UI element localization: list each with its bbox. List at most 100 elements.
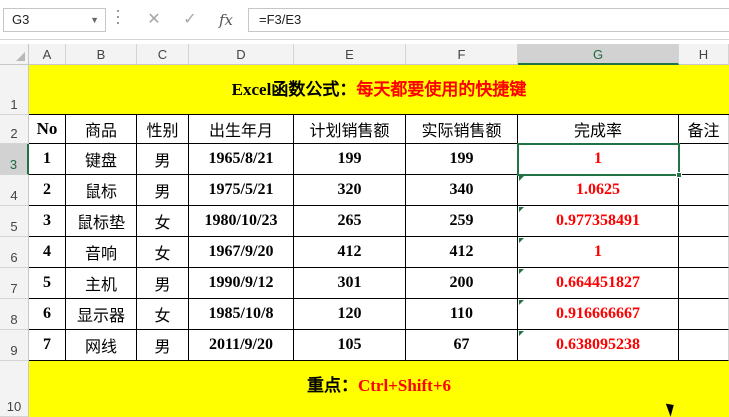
table-cell[interactable]: 1967/9/20	[189, 237, 294, 268]
table-cell[interactable]: 120	[294, 299, 406, 330]
row-header-9[interactable]: 9	[0, 330, 29, 361]
header-cell-actual-sales[interactable]: 实际销售额	[406, 115, 518, 144]
table-cell[interactable]: 男	[137, 268, 189, 299]
remarks-cell[interactable]	[679, 299, 729, 330]
remarks-cell[interactable]	[679, 144, 729, 175]
table-cell[interactable]: 7	[29, 330, 66, 361]
remarks-cell[interactable]	[679, 237, 729, 268]
name-box-value: G3	[12, 12, 30, 27]
table-cell[interactable]: 259	[406, 206, 518, 237]
table-cell[interactable]: 女	[137, 237, 189, 268]
name-box[interactable]: G3 ▼	[3, 8, 106, 32]
table-cell[interactable]: 主机	[66, 268, 137, 299]
table-cell[interactable]: 301	[294, 268, 406, 299]
row-header-3[interactable]: 3	[0, 144, 29, 175]
select-all-icon	[16, 52, 25, 61]
row-header-4[interactable]: 4	[0, 175, 29, 206]
table-cell[interactable]: 340	[406, 175, 518, 206]
table-cell[interactable]: 显示器	[66, 299, 137, 330]
completion-rate-cell[interactable]: 1.0625	[518, 175, 679, 206]
enter-icon[interactable]: ✓	[176, 8, 204, 32]
completion-rate-cell[interactable]: 0.977358491	[518, 206, 679, 237]
table-cell[interactable]: 199	[406, 144, 518, 175]
table-cell[interactable]: 265	[294, 206, 406, 237]
header-cell-gender[interactable]: 性别	[137, 115, 189, 144]
table-cell[interactable]: 412	[406, 237, 518, 268]
row-header-6[interactable]: 6	[0, 237, 29, 268]
row-header-5[interactable]: 5	[0, 206, 29, 237]
drag-handle-icon[interactable]	[116, 10, 120, 30]
table-cell[interactable]: 412	[294, 237, 406, 268]
table-cell[interactable]: 200	[406, 268, 518, 299]
row-header-7[interactable]: 7	[0, 268, 29, 299]
completion-rate-cell[interactable]: 0.916666667	[518, 299, 679, 330]
cell-value: 1	[594, 243, 602, 260]
formula-input[interactable]: =F3/E3	[248, 8, 729, 32]
remarks-cell[interactable]	[679, 330, 729, 361]
header-cell-planned-sales[interactable]: 计划销售额	[294, 115, 406, 144]
table-cell[interactable]: 女	[137, 299, 189, 330]
table-cell[interactable]: 鼠标垫	[66, 206, 137, 237]
table-cell[interactable]: 男	[137, 175, 189, 206]
row-header-2[interactable]: 2	[0, 115, 29, 144]
table-cell[interactable]: 199	[294, 144, 406, 175]
column-header-c[interactable]: C	[137, 44, 189, 65]
table-cell[interactable]: 4	[29, 237, 66, 268]
completion-rate-cell[interactable]: 0.664451827	[518, 268, 679, 299]
table-cell[interactable]: 320	[294, 175, 406, 206]
table-cell[interactable]: 鼠标	[66, 175, 137, 206]
column-header-g[interactable]: G	[518, 44, 679, 65]
table-cell[interactable]: 女	[137, 206, 189, 237]
table-cell[interactable]: 3	[29, 206, 66, 237]
completion-rate-cell[interactable]: 1	[518, 144, 679, 175]
table-cell[interactable]: 1	[29, 144, 66, 175]
table-cell[interactable]: 音响	[66, 237, 137, 268]
completion-rate-cell[interactable]: 1	[518, 237, 679, 268]
title-prefix: Excel函数公式：	[231, 80, 357, 99]
footer-banner[interactable]: 重点：Ctrl+Shift+6	[29, 361, 729, 417]
chevron-down-icon[interactable]: ▼	[90, 9, 99, 31]
cancel-icon[interactable]: ✕	[140, 8, 168, 32]
remarks-cell[interactable]	[679, 268, 729, 299]
table-cell[interactable]: 2011/9/20	[189, 330, 294, 361]
completion-rate-cell[interactable]: 0.638095238	[518, 330, 679, 361]
column-header-h[interactable]: H	[679, 44, 729, 65]
remarks-cell[interactable]	[679, 175, 729, 206]
insert-function-icon[interactable]: fx	[212, 8, 240, 32]
table-cell[interactable]: 1990/9/12	[189, 268, 294, 299]
table-cell[interactable]: 男	[137, 144, 189, 175]
row-header-8[interactable]: 8	[0, 299, 29, 330]
table-cell[interactable]: 110	[406, 299, 518, 330]
cell-value: 1.0625	[576, 181, 620, 198]
column-header-f[interactable]: F	[406, 44, 518, 65]
header-cell-remarks[interactable]: 备注	[679, 115, 729, 144]
header-cell-completion-rate[interactable]: 完成率	[518, 115, 679, 144]
title-banner[interactable]: Excel函数公式：每天都要使用的快捷键	[29, 65, 729, 115]
table-cell[interactable]: 6	[29, 299, 66, 330]
fill-handle[interactable]	[676, 172, 682, 178]
row-header-1[interactable]: 1	[0, 65, 29, 115]
header-cell-product[interactable]: 商品	[66, 115, 137, 144]
table-cell[interactable]: 2	[29, 175, 66, 206]
remarks-cell[interactable]	[679, 206, 729, 237]
table-cell[interactable]: 1975/5/21	[189, 175, 294, 206]
footer-prefix: 重点：	[306, 376, 358, 395]
column-header-b[interactable]: B	[66, 44, 137, 65]
header-cell-no[interactable]: No	[29, 115, 66, 144]
column-header-d[interactable]: D	[189, 44, 294, 65]
header-cell-birth[interactable]: 出生年月	[189, 115, 294, 144]
table-cell[interactable]: 1980/10/23	[189, 206, 294, 237]
table-cell[interactable]: 键盘	[66, 144, 137, 175]
table-cell[interactable]: 1965/8/21	[189, 144, 294, 175]
table-cell[interactable]: 67	[406, 330, 518, 361]
error-indicator-icon	[519, 331, 524, 336]
table-cell[interactable]: 网线	[66, 330, 137, 361]
row-header-10[interactable]: 10	[0, 361, 29, 417]
select-all-button[interactable]	[0, 44, 29, 65]
table-cell[interactable]: 105	[294, 330, 406, 361]
table-cell[interactable]: 5	[29, 268, 66, 299]
column-header-a[interactable]: A	[29, 44, 66, 65]
column-header-e[interactable]: E	[294, 44, 406, 65]
table-cell[interactable]: 1985/10/8	[189, 299, 294, 330]
table-cell[interactable]: 男	[137, 330, 189, 361]
